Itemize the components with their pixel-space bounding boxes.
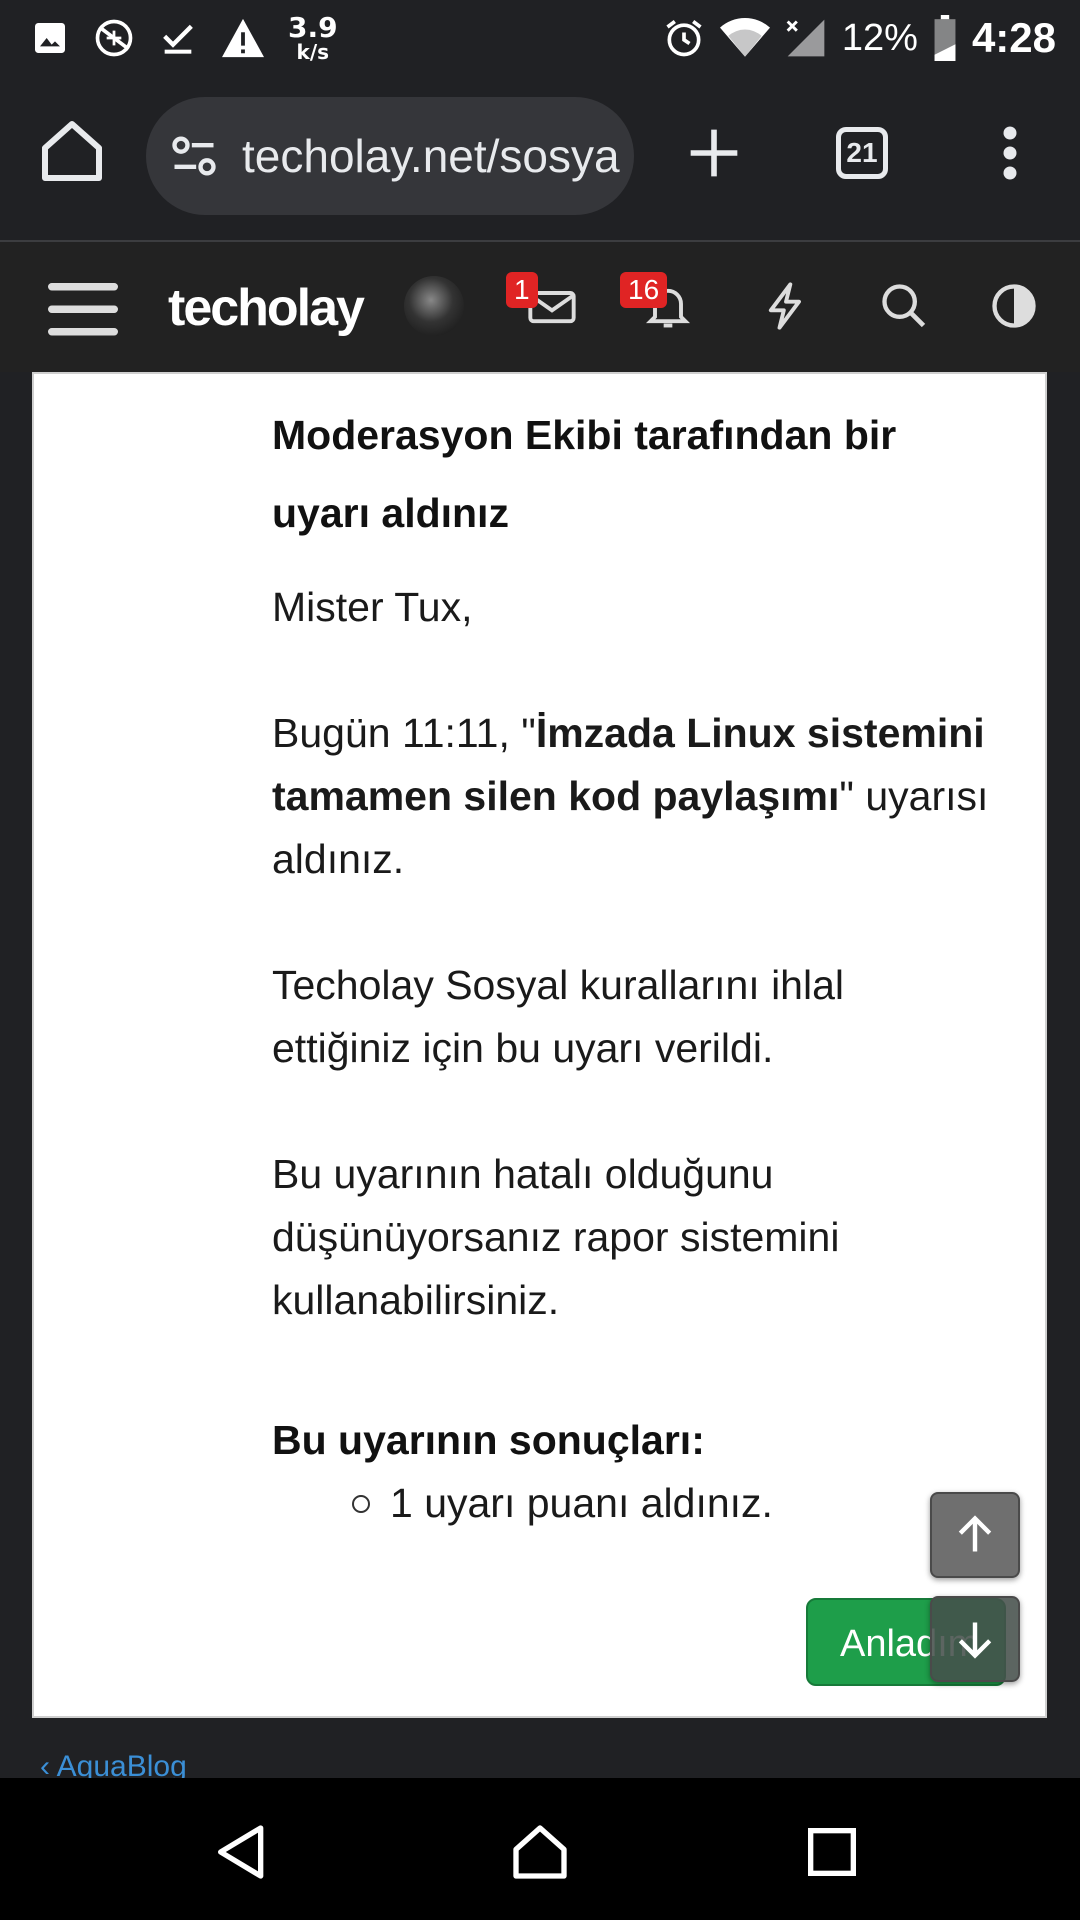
- address-bar[interactable]: techolay.net/sosyal: [146, 97, 634, 215]
- warning-card: Moderasyon Ekibi tarafından bir uyarı al…: [32, 372, 1047, 1718]
- clock: 4:28: [971, 14, 1056, 61]
- tab-count: 21: [846, 137, 878, 168]
- notifications-badge: 16: [620, 272, 668, 308]
- scroll-to-top-button[interactable]: [930, 1492, 1020, 1578]
- net-speed-unit: k/s: [296, 40, 330, 64]
- status-bar: 3.9 k/s 12% 4:28: [0, 0, 1080, 75]
- home-icon[interactable]: [36, 115, 108, 187]
- arrow-down-icon: [958, 1622, 992, 1659]
- network-speed: 3.9 k/s: [288, 11, 338, 64]
- download-done-icon: [158, 18, 198, 58]
- tab-switcher-button[interactable]: 21: [836, 127, 888, 179]
- battery-icon: [932, 15, 958, 61]
- scroll-to-bottom-button[interactable]: [930, 1596, 1020, 1682]
- navigation-bar: [0, 1778, 1080, 1920]
- arrow-up-icon: [958, 1515, 992, 1552]
- warning-icon: [220, 17, 266, 59]
- rule-violation-text: Techolay Sosyal kurallarını ihlal ettiği…: [272, 962, 844, 1071]
- greeting: Mister Tux,: [272, 584, 473, 630]
- report-hint-text: Bu uyarının hatalı olduğunu düşünüyorsan…: [272, 1151, 840, 1323]
- battery-percent: 12%: [841, 16, 918, 59]
- avatar[interactable]: [404, 276, 464, 336]
- warning-title: Moderasyon Ekibi tarafından bir uyarı al…: [272, 412, 897, 536]
- site-header: techolay 1 16: [0, 242, 1080, 372]
- back-icon[interactable]: [210, 1820, 274, 1884]
- more-options-icon[interactable]: [990, 123, 1030, 183]
- messages-badge: 1: [506, 272, 538, 308]
- hamburger-menu-icon[interactable]: [48, 278, 118, 338]
- consequence-text: 1 uyarı puanı aldınız.: [390, 1480, 773, 1526]
- alarm-icon: [662, 16, 706, 60]
- net-speed-value: 3.9: [288, 11, 338, 44]
- wifi-icon: [719, 16, 770, 60]
- warning-content: Moderasyon Ekibi tarafından bir uyarı al…: [272, 374, 992, 1535]
- home-nav-icon[interactable]: [508, 1820, 572, 1884]
- consequences-title: Bu uyarının sonuçları:: [272, 1417, 705, 1463]
- signal-icon: [784, 16, 828, 60]
- reason-prefix: Bugün 11:11, ": [272, 710, 536, 756]
- no-sync-icon: [92, 16, 136, 60]
- search-icon[interactable]: [878, 280, 930, 332]
- theme-toggle-icon[interactable]: [988, 280, 1040, 332]
- site-settings-icon[interactable]: [168, 130, 220, 182]
- bullet-icon: [352, 1494, 370, 1513]
- browser-toolbar: techolay.net/sosyal 21: [0, 75, 1080, 242]
- consequence-item: 1 uyarı puanı aldınız.: [352, 1472, 992, 1535]
- recents-icon[interactable]: [800, 1820, 864, 1884]
- image-icon: [30, 18, 70, 58]
- site-logo[interactable]: techolay: [168, 278, 365, 338]
- url-text[interactable]: techolay.net/sosyal: [242, 129, 622, 183]
- lightning-icon[interactable]: [760, 280, 812, 332]
- new-tab-icon[interactable]: [686, 125, 742, 181]
- warning-reason: Bugün 11:11, "İmzada Linux sistemini tam…: [272, 702, 992, 891]
